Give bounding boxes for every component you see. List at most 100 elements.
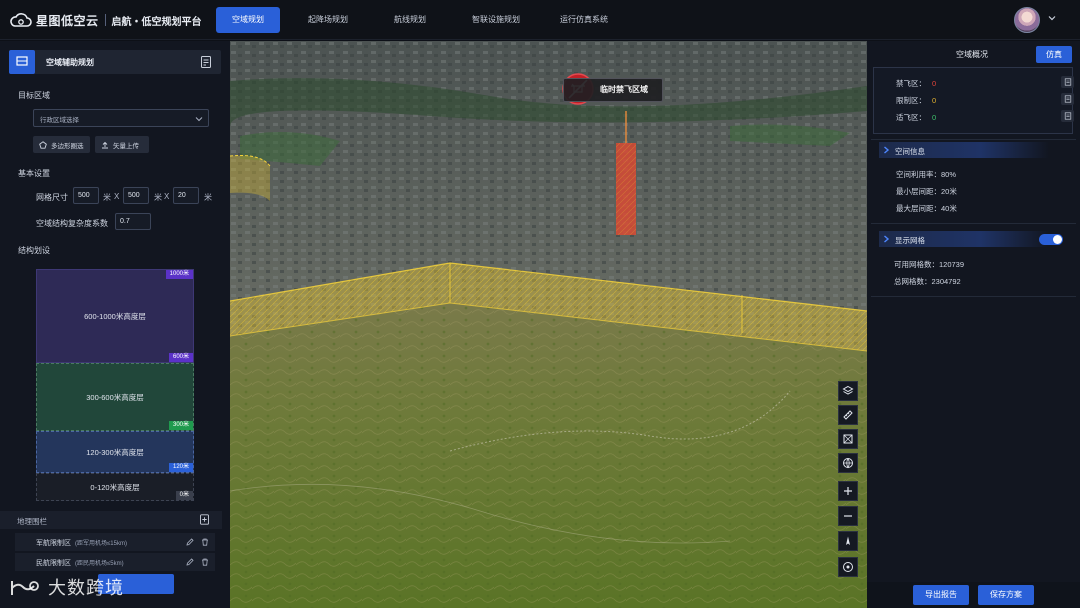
zone-row-flyable: 适飞区： 0 [896,112,936,123]
plus-icon [844,487,852,495]
complexity-input[interactable]: 0.7 [115,213,151,230]
measure-tool-button[interactable] [838,405,858,425]
layer-600-1000[interactable]: 600-1000米高度层 1000米 600米 [36,269,194,363]
region-select[interactable]: 行政区域选择 [33,109,209,127]
watermark: 大数跨境 [8,572,124,602]
zone-row-nofly: 禁飞区： 0 [896,78,936,89]
total-grid-count: 总网格数：2304792 [894,277,961,286]
document-icon [1064,95,1071,103]
nav-tab-route[interactable]: 航线规划 [376,7,444,33]
divider [871,139,1076,140]
layer-120-300[interactable]: 120-300米高度层 120米 [36,431,194,473]
trash-icon[interactable] [201,558,209,566]
export-report-button[interactable]: 导出报告 [913,585,969,605]
zone-restricted-detail-button[interactable] [1061,93,1074,105]
terrain-3d-scene [230,41,867,608]
geofence-row-civil-label: 民航限制区 (距民用机场≤5km) [36,560,124,567]
zone-flyable-detail-button[interactable] [1061,110,1074,122]
layer-top-tag: 1000米 [165,270,193,279]
structure-label: 结构划设 [18,246,50,255]
panel-title: 空域辅助规划 [46,58,94,67]
geofence-row-military[interactable]: 军航限制区 (距军用机场≤15km) [15,533,215,551]
geofence-label: 地理围栏 [17,517,47,526]
left-panel: 空域辅助规划 目标区域 行政区域选择 多边形圈选 矢量上传 基本设置 网格尺寸 … [0,41,230,608]
min-layer-spacing: 最小层间距：20米 [896,187,957,196]
polygon-icon [39,140,47,149]
layer-0-120-label: 0-120米高度层 [90,482,140,492]
nav-tab-vertiport[interactable]: 起降场规划 [288,7,368,33]
panel-header-icon-box [9,50,35,74]
nav-tab-airspace[interactable]: 空域规划 [216,7,280,33]
globe-icon [843,458,853,469]
zone-nofly-detail-button[interactable] [1061,76,1074,88]
grid-x-input[interactable]: 500 [73,187,99,204]
panel-header: 空域辅助规划 [9,50,221,74]
right-footer: 导出报告 保存方案 [867,582,1080,608]
polygon-select-button[interactable]: 多边形圈选 [33,136,90,153]
chevron-right-icon [884,235,890,243]
vector-upload-label: 矢量上传 [113,142,139,150]
nav-tab-facility[interactable]: 智联设施规划 [456,7,536,33]
right-panel: 空域概况 仿真 禁飞区： 0 限制区： 0 适飞区： 0 空间信息 空间利用率：80%… [867,41,1080,608]
layers-tool-button[interactable] [838,381,858,401]
zone-row-restricted: 限制区： 0 [896,95,936,106]
geofence-row-civil[interactable]: 民航限制区 (距民用机场≤5km) [15,553,215,571]
logo-divider [104,14,106,26]
area-tool-button[interactable] [838,429,858,449]
nav-tab-simulation[interactable]: 运行仿真系统 [544,7,624,33]
toggle-knob [1053,235,1062,244]
basic-settings-label: 基本设置 [18,169,50,178]
map-view[interactable]: 临时禁飞区域 [230,41,867,608]
tab-simulation[interactable]: 仿真 [1036,46,1072,63]
top-bar: 星图低空云 启航・低空规划平台 空域规划 起降场规划 航线规划 智联设施规划 运… [0,0,1080,40]
geofence-header: 地理围栏 [0,511,222,529]
grid-display-header: 显示网格 [879,231,1049,247]
cloud-logo-icon [10,13,32,27]
layer-300-tag: 300米 [168,421,193,430]
layer-0-120[interactable]: 0-120米高度层 0米 [36,473,194,501]
layer-120-tag: 120米 [168,463,193,472]
zone-restricted-value: 0 [932,96,937,105]
minus-icon [844,515,852,517]
space-info-title: 空间信息 [895,147,925,156]
vector-upload-button[interactable]: 矢量上传 [95,136,149,153]
layer-300-600[interactable]: 300-600米高度层 300米 [36,363,194,431]
edit-icon[interactable] [186,558,194,566]
zone-nofly-value: 0 [932,79,937,88]
add-file-icon[interactable] [199,514,210,525]
platform-title: 启航・低空规划平台 [111,16,202,28]
polygon-select-label: 多边形圈选 [51,142,84,150]
grid-z-input[interactable]: 20 [173,187,199,204]
document-icon [1064,78,1071,86]
zoom-out-button[interactable] [838,506,858,526]
zoom-in-button[interactable] [838,481,858,501]
edit-icon[interactable] [186,538,194,546]
right-tabs: 空域概况 仿真 [867,41,1080,65]
locate-button[interactable] [838,557,858,577]
user-avatar[interactable] [1014,7,1040,33]
ruler-icon [843,410,853,420]
available-grid-count: 可用网格数：120739 [894,260,965,269]
layer-600-tag: 600米 [168,353,193,362]
layers-icon [16,56,28,66]
divider [871,223,1076,224]
grid-x-times: X [114,192,120,201]
compass-button[interactable] [838,531,858,551]
chevron-down-icon[interactable] [1048,14,1056,22]
globe-tool-button[interactable] [838,453,858,473]
grid-display-toggle[interactable] [1039,234,1063,245]
trash-icon[interactable] [201,538,209,546]
tab-airspace-overview[interactable]: 空域概况 [947,46,997,63]
grid-size-label: 网格尺寸 [36,193,68,202]
grid-y-unit: 米 [154,193,162,202]
complexity-label: 空域结构复杂度系数 [36,219,108,228]
locate-icon [843,562,853,572]
export-doc-icon[interactable] [199,55,213,69]
compass-north-icon [846,536,850,545]
space-utilization: 空间利用率：80% [896,170,957,179]
zone-nofly-label: 禁飞区： [896,79,926,88]
save-plan-button[interactable]: 保存方案 [978,585,1034,605]
grid-y-input[interactable]: 500 [123,187,149,204]
chevron-down-icon [195,117,203,122]
divider [871,296,1076,297]
